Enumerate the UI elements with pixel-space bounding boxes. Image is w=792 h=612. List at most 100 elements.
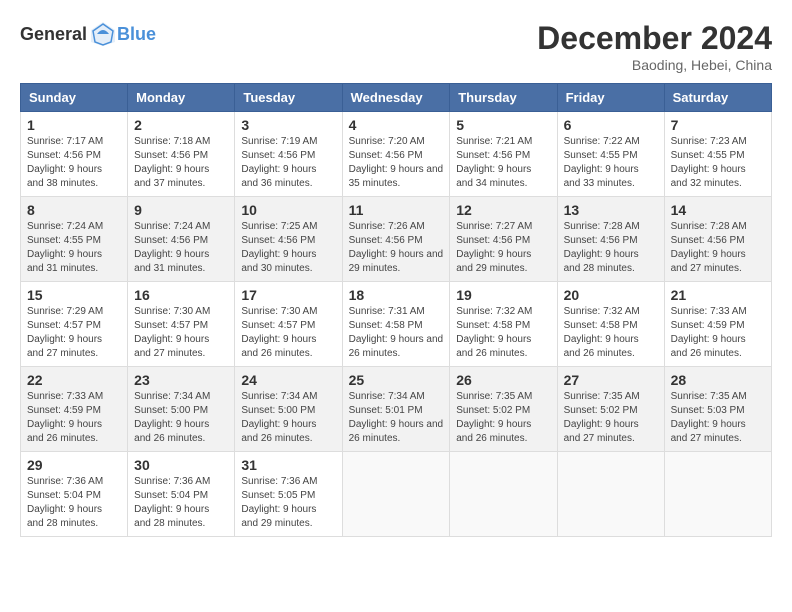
calendar-header-row: SundayMondayTuesdayWednesdayThursdayFrid… bbox=[21, 84, 772, 112]
day-info: Sunrise: 7:31 AM Sunset: 4:58 PM Dayligh… bbox=[349, 305, 444, 361]
logo-icon bbox=[89, 20, 117, 48]
calendar-cell: 2 Sunrise: 7:18 AM Sunset: 4:56 PM Daylig… bbox=[128, 112, 235, 197]
day-number: 22 bbox=[27, 372, 121, 388]
calendar-cell: 3Sunrise: 7:19 AM Sunset: 4:56 PM Daylig… bbox=[235, 112, 342, 197]
calendar-cell: 23 Sunrise: 7:34 AM Sunset: 5:00 PM Dayli… bbox=[128, 367, 235, 452]
day-number: 4 bbox=[349, 117, 444, 133]
calendar-cell: 9 Sunrise: 7:24 AM Sunset: 4:56 PM Daylig… bbox=[128, 197, 235, 282]
calendar-week-row: 22 Sunrise: 7:33 AM Sunset: 4:59 PM Dayli… bbox=[21, 367, 772, 452]
day-info: Sunrise: 7:33 AM Sunset: 4:59 PM Dayligh… bbox=[27, 390, 121, 446]
calendar-cell: 29 Sunrise: 7:36 AM Sunset: 5:04 PM Dayli… bbox=[21, 452, 128, 537]
day-info: Sunrise: 7:33 AM Sunset: 4:59 PM Dayligh… bbox=[671, 305, 765, 361]
day-info: Sunrise: 7:19 AM Sunset: 4:56 PM Dayligh… bbox=[241, 135, 335, 191]
calendar-header-monday: Monday bbox=[128, 84, 235, 112]
day-info: Sunrise: 7:35 AM Sunset: 5:02 PM Dayligh… bbox=[456, 390, 550, 446]
calendar-header-sunday: Sunday bbox=[21, 84, 128, 112]
calendar-cell: 8 Sunrise: 7:24 AM Sunset: 4:55 PM Daylig… bbox=[21, 197, 128, 282]
location: Baoding, Hebei, China bbox=[537, 57, 772, 73]
calendar-cell: 19Sunrise: 7:32 AM Sunset: 4:58 PM Dayli… bbox=[450, 282, 557, 367]
day-number: 27 bbox=[564, 372, 658, 388]
calendar-cell: 24 Sunrise: 7:34 AM Sunset: 5:00 PM Dayli… bbox=[235, 367, 342, 452]
day-info: Sunrise: 7:36 AM Sunset: 5:04 PM Dayligh… bbox=[134, 475, 228, 531]
calendar-header-friday: Friday bbox=[557, 84, 664, 112]
day-number: 11 bbox=[349, 202, 444, 218]
day-info: Sunrise: 7:30 AM Sunset: 4:57 PM Dayligh… bbox=[241, 305, 335, 361]
calendar-cell: 16 Sunrise: 7:30 AM Sunset: 4:57 PM Dayli… bbox=[128, 282, 235, 367]
calendar-header-tuesday: Tuesday bbox=[235, 84, 342, 112]
page-header: General Blue December 2024 Baoding, Hebe… bbox=[20, 20, 772, 73]
calendar-header-wednesday: Wednesday bbox=[342, 84, 450, 112]
calendar-week-row: 1 Sunrise: 7:17 AM Sunset: 4:56 PM Daylig… bbox=[21, 112, 772, 197]
calendar-cell bbox=[557, 452, 664, 537]
day-info: Sunrise: 7:24 AM Sunset: 4:56 PM Dayligh… bbox=[134, 220, 228, 276]
calendar-cell: 17 Sunrise: 7:30 AM Sunset: 4:57 PM Dayli… bbox=[235, 282, 342, 367]
calendar-cell: 25Sunrise: 7:34 AM Sunset: 5:01 PM Dayli… bbox=[342, 367, 450, 452]
day-info: Sunrise: 7:28 AM Sunset: 4:56 PM Dayligh… bbox=[564, 220, 658, 276]
logo: General Blue bbox=[20, 20, 156, 48]
day-info: Sunrise: 7:20 AM Sunset: 4:56 PM Dayligh… bbox=[349, 135, 444, 191]
day-info: Sunrise: 7:27 AM Sunset: 4:56 PM Dayligh… bbox=[456, 220, 550, 276]
day-number: 26 bbox=[456, 372, 550, 388]
day-info: Sunrise: 7:29 AM Sunset: 4:57 PM Dayligh… bbox=[27, 305, 121, 361]
day-number: 13 bbox=[564, 202, 658, 218]
day-number: 8 bbox=[27, 202, 121, 218]
calendar-cell: 10Sunrise: 7:25 AM Sunset: 4:56 PM Dayli… bbox=[235, 197, 342, 282]
calendar-cell: 21 Sunrise: 7:33 AM Sunset: 4:59 PM Dayli… bbox=[664, 282, 771, 367]
day-info: Sunrise: 7:23 AM Sunset: 4:55 PM Dayligh… bbox=[671, 135, 765, 191]
day-info: Sunrise: 7:21 AM Sunset: 4:56 PM Dayligh… bbox=[456, 135, 550, 191]
day-info: Sunrise: 7:24 AM Sunset: 4:55 PM Dayligh… bbox=[27, 220, 121, 276]
day-number: 29 bbox=[27, 457, 121, 473]
calendar-cell: 18 Sunrise: 7:31 AM Sunset: 4:58 PM Dayli… bbox=[342, 282, 450, 367]
month-year: December 2024 bbox=[537, 20, 772, 57]
calendar-cell: 31 Sunrise: 7:36 AM Sunset: 5:05 PM Dayli… bbox=[235, 452, 342, 537]
day-number: 31 bbox=[241, 457, 335, 473]
logo-general: General bbox=[20, 24, 87, 45]
day-info: Sunrise: 7:17 AM Sunset: 4:56 PM Dayligh… bbox=[27, 135, 121, 191]
day-number: 19 bbox=[456, 287, 550, 303]
calendar-cell: 5 Sunrise: 7:21 AM Sunset: 4:56 PM Daylig… bbox=[450, 112, 557, 197]
day-number: 28 bbox=[671, 372, 765, 388]
day-info: Sunrise: 7:26 AM Sunset: 4:56 PM Dayligh… bbox=[349, 220, 444, 276]
calendar-week-row: 8 Sunrise: 7:24 AM Sunset: 4:55 PM Daylig… bbox=[21, 197, 772, 282]
calendar-cell: 1 Sunrise: 7:17 AM Sunset: 4:56 PM Daylig… bbox=[21, 112, 128, 197]
day-number: 2 bbox=[134, 117, 228, 133]
day-number: 23 bbox=[134, 372, 228, 388]
calendar-cell: 22 Sunrise: 7:33 AM Sunset: 4:59 PM Dayli… bbox=[21, 367, 128, 452]
calendar-table: SundayMondayTuesdayWednesdayThursdayFrid… bbox=[20, 83, 772, 537]
title-section: December 2024 Baoding, Hebei, China bbox=[537, 20, 772, 73]
day-number: 21 bbox=[671, 287, 765, 303]
day-info: Sunrise: 7:28 AM Sunset: 4:56 PM Dayligh… bbox=[671, 220, 765, 276]
day-number: 16 bbox=[134, 287, 228, 303]
calendar-cell bbox=[664, 452, 771, 537]
calendar-cell: 20Sunrise: 7:32 AM Sunset: 4:58 PM Dayli… bbox=[557, 282, 664, 367]
calendar-cell: 11 Sunrise: 7:26 AM Sunset: 4:56 PM Dayli… bbox=[342, 197, 450, 282]
day-info: Sunrise: 7:36 AM Sunset: 5:04 PM Dayligh… bbox=[27, 475, 121, 531]
day-number: 24 bbox=[241, 372, 335, 388]
day-number: 12 bbox=[456, 202, 550, 218]
day-info: Sunrise: 7:22 AM Sunset: 4:55 PM Dayligh… bbox=[564, 135, 658, 191]
day-number: 18 bbox=[349, 287, 444, 303]
calendar-cell: 13 Sunrise: 7:28 AM Sunset: 4:56 PM Dayli… bbox=[557, 197, 664, 282]
day-number: 10 bbox=[241, 202, 335, 218]
calendar-cell: 6 Sunrise: 7:22 AM Sunset: 4:55 PM Daylig… bbox=[557, 112, 664, 197]
day-info: Sunrise: 7:34 AM Sunset: 5:00 PM Dayligh… bbox=[134, 390, 228, 446]
day-info: Sunrise: 7:36 AM Sunset: 5:05 PM Dayligh… bbox=[241, 475, 335, 531]
calendar-cell: 26 Sunrise: 7:35 AM Sunset: 5:02 PM Dayli… bbox=[450, 367, 557, 452]
day-number: 6 bbox=[564, 117, 658, 133]
logo-blue: Blue bbox=[117, 24, 156, 45]
day-info: Sunrise: 7:30 AM Sunset: 4:57 PM Dayligh… bbox=[134, 305, 228, 361]
day-info: Sunrise: 7:35 AM Sunset: 5:03 PM Dayligh… bbox=[671, 390, 765, 446]
calendar-week-row: 15Sunrise: 7:29 AM Sunset: 4:57 PM Dayli… bbox=[21, 282, 772, 367]
calendar-cell: 4 Sunrise: 7:20 AM Sunset: 4:56 PM Daylig… bbox=[342, 112, 450, 197]
calendar-header-saturday: Saturday bbox=[664, 84, 771, 112]
day-info: Sunrise: 7:18 AM Sunset: 4:56 PM Dayligh… bbox=[134, 135, 228, 191]
day-number: 9 bbox=[134, 202, 228, 218]
calendar-cell: 15Sunrise: 7:29 AM Sunset: 4:57 PM Dayli… bbox=[21, 282, 128, 367]
calendar-week-row: 29 Sunrise: 7:36 AM Sunset: 5:04 PM Dayli… bbox=[21, 452, 772, 537]
day-number: 25 bbox=[349, 372, 444, 388]
day-number: 5 bbox=[456, 117, 550, 133]
day-number: 1 bbox=[27, 117, 121, 133]
day-info: Sunrise: 7:34 AM Sunset: 5:00 PM Dayligh… bbox=[241, 390, 335, 446]
calendar-cell: 7Sunrise: 7:23 AM Sunset: 4:55 PM Daylig… bbox=[664, 112, 771, 197]
day-number: 17 bbox=[241, 287, 335, 303]
